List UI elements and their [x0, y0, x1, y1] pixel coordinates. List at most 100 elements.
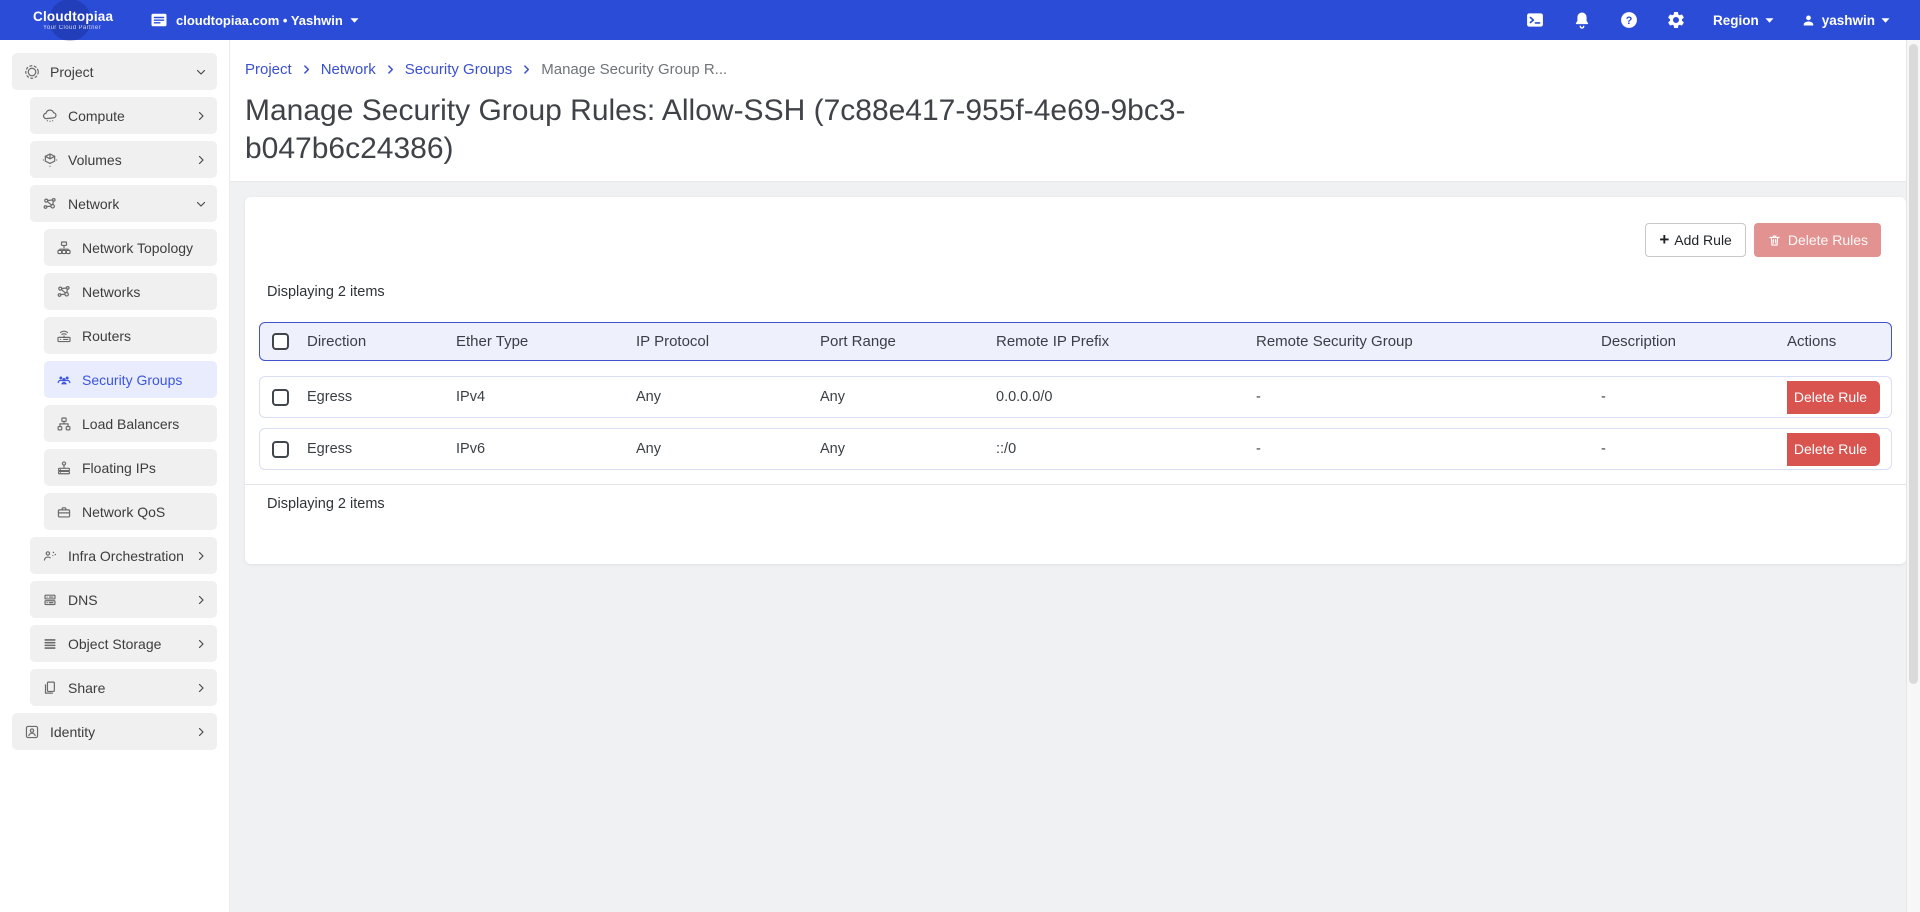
sidebar-item-identity[interactable]: Identity — [12, 713, 217, 750]
console-icon[interactable] — [1525, 10, 1545, 30]
plus-icon: + — [1659, 231, 1669, 248]
page-scrollbar[interactable] — [1906, 40, 1920, 912]
column-header-direction: Direction — [307, 333, 456, 350]
sidebar-item-project[interactable]: Project — [12, 53, 217, 90]
row-checkbox[interactable] — [272, 389, 289, 406]
sidebar-item-label: Infra Orchestration — [68, 548, 184, 564]
cell-remote-security-group: - — [1256, 389, 1601, 405]
chevron-right-icon — [195, 594, 207, 606]
sidebar-item-security-groups[interactable]: Security Groups — [44, 361, 217, 398]
cell-remote-ip-prefix: ::/0 — [996, 441, 1256, 457]
settings-gear-icon[interactable] — [1666, 10, 1686, 30]
sidebar-item-label: Network Topology — [82, 240, 193, 256]
sidebar-nav: Project Compute Volumes Network Network Topo… — [0, 40, 230, 912]
context-list-icon — [149, 10, 169, 30]
sidebar-item-label: Object Storage — [68, 636, 161, 652]
chevron-right-icon — [195, 682, 207, 694]
breadcrumb-chevron-icon — [521, 64, 532, 75]
select-all-checkbox[interactable] — [272, 333, 289, 350]
sidebar-item-label: Compute — [68, 108, 125, 124]
delete-rule-button[interactable]: Delete Rule — [1787, 433, 1880, 466]
cell-ip-protocol: Any — [636, 441, 820, 457]
sidebar-item-networks[interactable]: Networks — [44, 273, 217, 310]
table-header-row: DirectionEther TypeIP ProtocolPort Range… — [259, 322, 1892, 361]
brand-logo[interactable]: Cloudtopiaa Your Cloud Partner — [33, 9, 137, 31]
column-header-remote-ip-prefix: Remote IP Prefix — [996, 333, 1256, 350]
person-icon — [1801, 13, 1816, 28]
project-context-label: cloudtopiaa.com • Yashwin — [176, 13, 343, 28]
sidebar-item-compute[interactable]: Compute — [30, 97, 217, 134]
sidebar-item-floating-ips[interactable]: Floating IPs — [44, 449, 217, 486]
breadcrumb: Project Network Security Groups Manage S… — [245, 61, 1886, 78]
delete-rules-button[interactable]: Delete Rules — [1754, 223, 1881, 257]
scrollbar-thumb[interactable] — [1909, 44, 1918, 684]
sidebar-item-label: Share — [68, 680, 105, 696]
sidebar-item-label: Network QoS — [82, 504, 165, 520]
load-balancer-icon — [55, 415, 73, 433]
column-header-description: Description — [1601, 333, 1787, 350]
object-storage-icon — [41, 635, 59, 653]
sidebar-item-volumes[interactable]: Volumes — [30, 141, 217, 178]
row-checkbox[interactable] — [272, 441, 289, 458]
breadcrumb-current: Manage Security Group R... — [541, 61, 727, 78]
breadcrumb-link-project[interactable]: Project — [245, 61, 292, 78]
cell-description: - — [1601, 441, 1787, 457]
topbar: Cloudtopiaa Your Cloud Partner cloudtopi… — [0, 0, 1920, 40]
sidebar-item-share[interactable]: Share — [30, 669, 217, 706]
column-header-ether-type: Ether Type — [456, 333, 636, 350]
table-footer-divider — [245, 484, 1906, 485]
cell-direction: Egress — [307, 389, 456, 405]
svg-text:?: ? — [1626, 15, 1633, 27]
sidebar-item-network[interactable]: Network — [30, 185, 217, 222]
help-icon[interactable]: ? — [1619, 10, 1639, 30]
cell-direction: Egress — [307, 441, 456, 457]
topbar-actions: ? Region yashwin — [1525, 10, 1920, 30]
cell-remote-ip-prefix: 0.0.0.0/0 — [996, 389, 1256, 405]
notifications-bell-icon[interactable] — [1572, 10, 1592, 30]
breadcrumb-link-network[interactable]: Network — [321, 61, 376, 78]
project-context-dropdown[interactable]: cloudtopiaa.com • Yashwin — [149, 10, 359, 30]
sidebar-item-routers[interactable]: Routers — [44, 317, 217, 354]
region-label: Region — [1713, 13, 1759, 28]
items-count-top: Displaying 2 items — [267, 284, 1906, 300]
delete-rule-button[interactable]: Delete Rule — [1787, 381, 1880, 414]
share-document-icon — [41, 679, 59, 697]
sidebar-item-object-storage[interactable]: Object Storage — [30, 625, 217, 662]
sidebar-item-network-topology[interactable]: Network Topology — [44, 229, 217, 266]
table-row: EgressIPv4AnyAny0.0.0.0/0--Delete Rule — [259, 376, 1892, 418]
sidebar-item-label: Routers — [82, 328, 131, 344]
card-toolbar: + Add Rule Delete Rules — [245, 197, 1906, 257]
volumes-cube-icon — [41, 151, 59, 169]
network-nodes-icon — [41, 195, 59, 213]
column-header-remote-security-group: Remote Security Group — [1256, 333, 1601, 350]
network-topology-icon — [55, 239, 73, 257]
add-rule-label: Add Rule — [1674, 232, 1732, 248]
column-header-actions: Actions — [1787, 333, 1891, 350]
brand-name: Cloudtopiaa — [33, 9, 137, 24]
page-title: Manage Security Group Rules: Allow-SSH (… — [245, 92, 1300, 168]
region-dropdown[interactable]: Region — [1713, 13, 1774, 28]
main-content: Project Network Security Groups Manage S… — [230, 40, 1906, 912]
breadcrumb-link-security-groups[interactable]: Security Groups — [405, 61, 513, 78]
sidebar-item-infra-orchestration[interactable]: Infra Orchestration — [30, 537, 217, 574]
column-header-ip-protocol: IP Protocol — [636, 333, 820, 350]
sidebar-item-network-qos[interactable]: Network QoS — [44, 493, 217, 530]
cell-actions: Delete Rule — [1787, 381, 1891, 414]
sidebar-item-dns[interactable]: DNS — [30, 581, 217, 618]
cell-ether-type: IPv6 — [456, 441, 636, 457]
delete-rules-label: Delete Rules — [1788, 232, 1868, 248]
sidebar-item-label: Volumes — [68, 152, 122, 168]
caret-down-icon — [1765, 17, 1774, 24]
sidebar-item-label: Security Groups — [82, 372, 182, 388]
sidebar-item-load-balancers[interactable]: Load Balancers — [44, 405, 217, 442]
user-menu[interactable]: yashwin — [1801, 13, 1890, 28]
rules-card: + Add Rule Delete Rules Displaying 2 ite… — [245, 197, 1906, 564]
chevron-down-icon — [195, 198, 207, 210]
chevron-right-icon — [195, 154, 207, 166]
table-body: EgressIPv4AnyAny0.0.0.0/0--Delete RuleEg… — [245, 376, 1906, 470]
page-header: Project Network Security Groups Manage S… — [230, 40, 1906, 181]
sidebar-item-label: Networks — [82, 284, 140, 300]
add-rule-button[interactable]: + Add Rule — [1645, 223, 1746, 257]
sidebar-item-label: Network — [68, 196, 119, 212]
brand-tagline: Your Cloud Partner — [33, 25, 111, 31]
